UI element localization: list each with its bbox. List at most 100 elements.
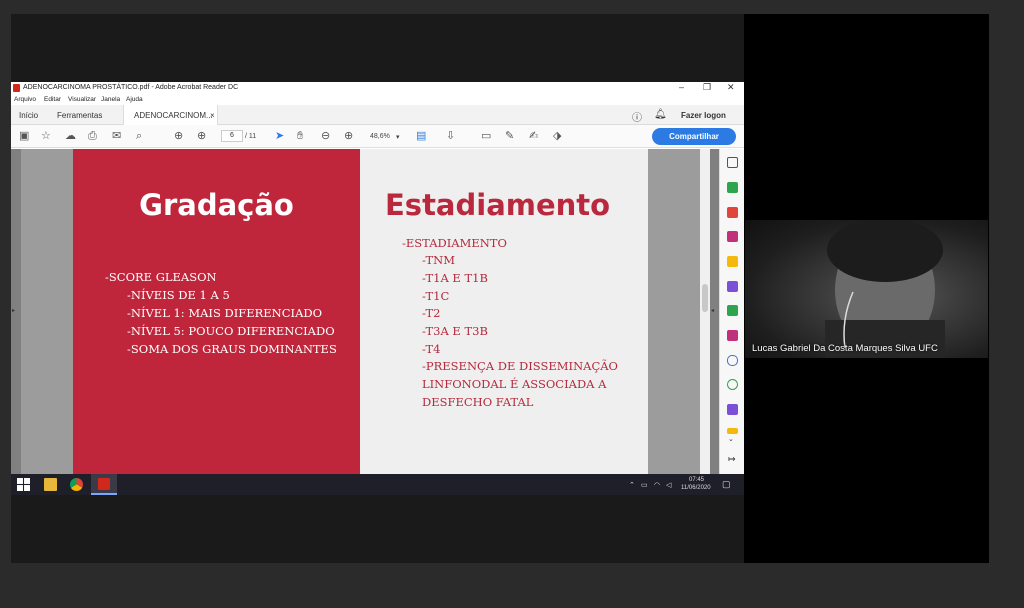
- slide-right-line: -T1A E T1B: [422, 271, 488, 285]
- windows-start-icon[interactable]: [17, 478, 30, 491]
- slide-right-line: -T2: [422, 306, 441, 320]
- slide-right-line: LINFONODAL É ASSOCIADA A: [422, 377, 607, 391]
- print-icon[interactable]: ⎙: [88, 130, 97, 142]
- export-pdf-icon[interactable]: [727, 207, 738, 218]
- tab-bar: Início Ferramentas ADENOCARCINOM... × ⓘ …: [11, 105, 744, 125]
- select-cursor-icon[interactable]: ➤: [275, 130, 284, 142]
- prev-page-icon[interactable]: ⊕: [174, 130, 183, 142]
- save-icon[interactable]: ▣: [19, 130, 29, 142]
- window-title: ADENOCARCINOMA PROSTÁTICO.pdf - Adobe Ac…: [23, 84, 239, 91]
- organize-pages-icon[interactable]: [727, 231, 738, 242]
- zoom-search-icon[interactable]: [727, 157, 738, 168]
- more-tools-icon[interactable]: [727, 428, 738, 434]
- share-button[interactable]: Compartilhar: [652, 128, 736, 145]
- volume-icon[interactable]: ◁: [666, 481, 671, 489]
- pdf-file-icon: [13, 84, 20, 92]
- acrobat-taskbar-button[interactable]: [91, 474, 117, 495]
- optimize-icon[interactable]: [727, 379, 738, 390]
- chevron-down-icon[interactable]: ▾: [396, 133, 400, 141]
- collapse-panel-icon[interactable]: ↦: [728, 454, 736, 465]
- slide-right-line: -T3A E T3B: [422, 324, 488, 338]
- slide-title-gradacao: Gradação: [139, 188, 294, 222]
- scroll-mode-icon[interactable]: ⇩: [446, 130, 455, 142]
- wifi-icon[interactable]: ◠: [654, 481, 660, 489]
- tools-side-panel: ⌄ ↦: [719, 149, 744, 474]
- zoom-level-select[interactable]: 48,6%: [370, 133, 390, 140]
- file-explorer-icon[interactable]: [44, 478, 57, 491]
- slide-right-line: -PRESENÇA DE DISSEMINAÇÃO: [422, 359, 618, 373]
- edit-pdf-icon[interactable]: [727, 404, 738, 415]
- email-icon[interactable]: ✉: [112, 130, 121, 142]
- page-number-input[interactable]: 6: [221, 130, 243, 142]
- tray-chevron-icon[interactable]: ⌃: [629, 481, 635, 489]
- pen-icon[interactable]: ✎: [505, 130, 514, 142]
- participant-name: Lucas Gabriel Da Costa Marques Silva UFC: [752, 343, 938, 354]
- upload-cloud-icon[interactable]: ☁: [65, 130, 76, 142]
- close-window-button[interactable]: ✕: [727, 82, 735, 93]
- participant-video: [745, 220, 988, 358]
- send-review-icon[interactable]: [727, 281, 738, 292]
- scrollbar-thumb[interactable]: [702, 284, 708, 312]
- page-total: / 11: [245, 133, 257, 140]
- chrome-icon[interactable]: [70, 478, 83, 491]
- minimize-button[interactable]: –: [679, 82, 684, 92]
- tab-document[interactable]: ADENOCARCINOM... ×: [123, 105, 218, 125]
- protect-shield-icon[interactable]: [727, 355, 738, 366]
- acrobat-icon: [98, 478, 110, 490]
- login-link[interactable]: Fazer logon: [681, 111, 726, 120]
- search-icon[interactable]: ⌕: [136, 130, 142, 142]
- page-margin-left: [21, 149, 73, 474]
- slide-right-line: DESFECHO FATAL: [422, 395, 534, 409]
- menu-bar: Arquivo Editar Visualizar Janela Ajuda: [11, 94, 744, 105]
- slide-left-line: -NÍVEL 5: POUCO DIFERENCIADO: [127, 324, 335, 338]
- right-panel-toggle-icon[interactable]: ◂: [711, 307, 714, 314]
- menu-editar[interactable]: Editar: [44, 96, 61, 103]
- page-margin-right: [648, 149, 700, 474]
- clock-date[interactable]: 11/06/2020: [681, 485, 711, 491]
- stamp-icon[interactable]: ⬗: [553, 130, 561, 142]
- window-titlebar: ADENOCARCINOMA PROSTÁTICO.pdf - Adobe Ac…: [11, 82, 744, 94]
- person-silhouette-icon: [825, 220, 945, 358]
- notification-bell-icon[interactable]: 🔔︎: [654, 109, 667, 120]
- slide-right-line: -TNM: [422, 253, 455, 267]
- tab-close-icon[interactable]: ×: [210, 111, 215, 120]
- slide-right-line: -T1C: [422, 289, 450, 303]
- tab-home[interactable]: Início: [19, 111, 38, 120]
- left-panel-toggle-icon[interactable]: ▸: [12, 307, 15, 314]
- main-toolbar: ▣ ☆ ☁ ⎙ ✉ ⌕ ⊕ ⊕ 6 / 11 ➤ ✋︎ ⊖ ⊕ 48,6% ▾ …: [11, 125, 744, 148]
- help-icon[interactable]: ⓘ: [632, 109, 642, 124]
- slide-left-line: -NÍVEL 1: MAIS DIFERENCIADO: [127, 306, 323, 320]
- chevron-down-icon[interactable]: ⌄: [728, 435, 734, 443]
- tab-document-label: ADENOCARCINOM...: [134, 111, 213, 120]
- slide-left-line: -SCORE GLEASON: [105, 270, 217, 284]
- notification-center-icon[interactable]: ▢: [722, 479, 731, 490]
- hand-tool-icon[interactable]: ✋︎: [297, 130, 303, 142]
- bookmark-star-icon[interactable]: ☆: [41, 130, 51, 142]
- menu-ajuda[interactable]: Ajuda: [126, 96, 143, 103]
- create-pdf-icon[interactable]: [727, 182, 738, 193]
- windows-taskbar: ⌃ ▭ ◠ ◁ 07:45 11/06/2020 ▢: [11, 474, 744, 495]
- next-page-icon[interactable]: ⊕: [197, 130, 206, 142]
- slide-left-line: -SOMA DOS GRAUS DOMINANTES: [127, 342, 337, 356]
- slide-right-line: -T4: [422, 342, 441, 356]
- zoom-out-icon[interactable]: ⊖: [321, 130, 330, 142]
- clock-time[interactable]: 07:45: [689, 477, 704, 483]
- maximize-button[interactable]: ❐: [703, 82, 711, 93]
- acrobat-window: ADENOCARCINOMA PROSTÁTICO.pdf - Adobe Ac…: [11, 82, 744, 474]
- zoom-in-icon[interactable]: ⊕: [344, 130, 353, 142]
- menu-janela[interactable]: Janela: [101, 96, 120, 103]
- fill-sign-icon[interactable]: [727, 330, 738, 341]
- slide-left-line: -NÍVEIS DE 1 A 5: [127, 288, 230, 302]
- menu-visualizar[interactable]: Visualizar: [68, 96, 96, 103]
- slide-title-estadiamento: Estadiamento: [385, 188, 611, 222]
- menu-arquivo[interactable]: Arquivo: [14, 96, 36, 103]
- tab-tools[interactable]: Ferramentas: [57, 111, 102, 120]
- sign-icon[interactable]: ✍︎: [529, 130, 538, 142]
- page-fit-icon[interactable]: ▤: [416, 130, 426, 142]
- slide-right-line: -ESTADIAMENTO: [402, 236, 507, 250]
- comment-tool-icon[interactable]: [727, 256, 738, 267]
- battery-icon[interactable]: ▭: [641, 481, 648, 489]
- excel-export-icon[interactable]: [727, 305, 738, 316]
- vertical-scrollbar[interactable]: [700, 149, 710, 474]
- comment-icon[interactable]: ▭: [481, 130, 491, 142]
